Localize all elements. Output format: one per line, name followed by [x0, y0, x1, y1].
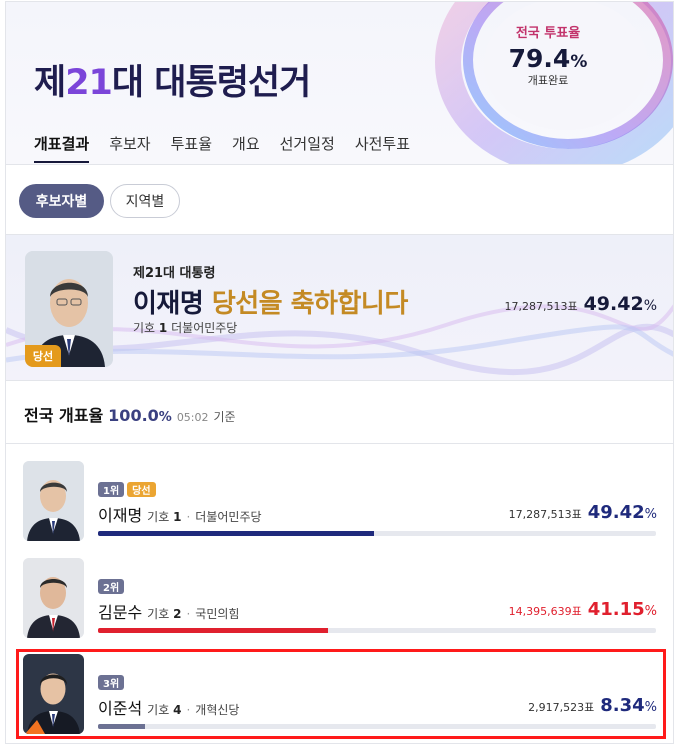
title-number: 21 — [65, 63, 113, 103]
page-title: 제21대 대통령선거 — [34, 54, 311, 105]
pct-unit: % — [644, 604, 657, 619]
candidate-result: 17,287,513표 49.42% — [509, 502, 657, 523]
portrait-image — [23, 461, 84, 541]
symbol-number: 1 — [158, 321, 168, 335]
candidate-percentage: 41.15% — [588, 599, 657, 620]
count-heading: 전국 개표율 — [24, 406, 104, 425]
tab-results[interactable]: 개표결과 — [34, 133, 90, 163]
vote-share-bar-fill — [98, 628, 328, 633]
winner-pct-unit: % — [643, 298, 657, 314]
title-prefix: 제 — [34, 63, 66, 103]
divider — [6, 443, 673, 444]
tab-candidates[interactable]: 후보자 — [109, 133, 150, 163]
candidate-result: 14,395,639표 41.15% — [509, 599, 657, 620]
candidate-photo — [23, 558, 84, 638]
candidate-info: 김문수 기호 2 · 국민의힘 — [98, 599, 239, 623]
candidate-photo — [23, 461, 84, 541]
candidate-row[interactable]: 2위 김문수 기호 2 · 국민의힘 14,395,639표 41.15% — [6, 558, 673, 654]
pct-number: 41.15 — [587, 599, 645, 620]
count-value: 100.0% — [108, 406, 172, 425]
vote-share-bar-fill — [98, 531, 374, 536]
symbol-label: 기호 — [133, 321, 156, 335]
tab-turnout[interactable]: 투표율 — [171, 133, 212, 163]
turnout-unit: % — [570, 52, 588, 72]
tab-overview[interactable]: 개요 — [232, 133, 260, 163]
portrait-image — [23, 558, 84, 638]
winner-subtitle: 제21대 대통령 — [133, 266, 216, 281]
national-turnout: 전국 투표율 79.4% 개표완료 — [498, 22, 598, 88]
winner-vote-summary: 17,287,513표 49.42% — [504, 293, 657, 315]
party-name: 더불어민주당 — [171, 321, 238, 335]
pct-unit: % — [644, 507, 657, 522]
selection-highlight — [16, 649, 666, 739]
count-basis: 기준 — [213, 410, 236, 424]
pct-number: 49.42 — [587, 502, 645, 523]
elected-badge: 당선 — [25, 345, 61, 367]
symbol-label: 기호 — [147, 510, 170, 524]
separator: · — [186, 510, 191, 524]
national-count-rate: 전국 개표율 100.0% 05:02 기준 — [24, 402, 236, 426]
elected-badge: 당선 — [127, 482, 156, 497]
winner-votes: 17,287,513표 — [504, 300, 578, 313]
by-candidate-button[interactable]: 후보자별 — [19, 184, 104, 218]
candidate-row[interactable]: 1위 당선 이재명 기호 1 · 더불어민주당 17,287,513표 49.4… — [6, 461, 673, 557]
winner-party-info: 기호 1 더불어민주당 — [133, 319, 237, 336]
tab-bar: 개표결과 후보자 투표율 개요 선거일정 사전투표 — [34, 133, 430, 163]
rank-badge: 1위 — [98, 482, 125, 497]
tab-early-voting[interactable]: 사전투표 — [355, 133, 410, 163]
rank-badge: 2위 — [98, 579, 125, 594]
turnout-value: 79.4% — [498, 44, 598, 73]
candidate-votes: 14,395,639표 — [508, 605, 582, 618]
winner-percentage: 49.42% — [584, 293, 657, 315]
vote-share-bar — [98, 628, 656, 633]
candidate-name: 김문수 — [98, 603, 143, 622]
separator: · — [186, 607, 191, 621]
tab-schedule[interactable]: 선거일정 — [280, 133, 335, 163]
candidate-party: 더불어민주당 — [195, 510, 262, 524]
symbol-number: 1 — [173, 510, 182, 524]
election-results-panel: 제21대 대통령선거 전국 투표율 79.4% 개표완료 개표결과 후보자 투표… — [5, 1, 674, 744]
vote-share-bar — [98, 531, 656, 536]
divider — [6, 164, 673, 165]
winner-photo: 당선 — [25, 251, 113, 367]
winner-name: 이재명 — [133, 289, 204, 319]
candidate-party: 국민의힘 — [195, 607, 240, 621]
candidate-name: 이재명 — [98, 506, 143, 525]
symbol-number: 2 — [173, 607, 182, 621]
candidate-info: 이재명 기호 1 · 더불어민주당 — [98, 502, 262, 526]
symbol-label: 기호 — [147, 607, 170, 621]
candidate-votes: 17,287,513표 — [508, 508, 582, 521]
by-region-button[interactable]: 지역별 — [110, 184, 180, 218]
turnout-label: 전국 투표율 — [515, 26, 581, 41]
count-number: 100.0 — [108, 406, 159, 425]
turnout-number: 79.4 — [508, 44, 571, 73]
winner-pct-number: 49.42 — [583, 293, 644, 315]
winner-banner: 당선 제21대 대통령 이재명 당선을 축하합니다 기호 1 더불어민주당 17… — [6, 234, 673, 381]
title-suffix: 대 대통령선거 — [111, 63, 311, 103]
congrats-text: 당선을 축하합니다 — [211, 289, 408, 319]
badges: 1위 당선 — [98, 482, 156, 497]
header: 제21대 대통령선거 전국 투표율 79.4% 개표완료 개표결과 후보자 투표… — [6, 2, 673, 165]
winner-headline: 이재명 당선을 축하합니다 — [133, 283, 408, 320]
badges: 2위 — [98, 579, 125, 594]
candidate-symbol: 기호 2 — [147, 605, 181, 622]
count-unit: % — [158, 410, 172, 425]
candidate-percentage: 49.42% — [588, 502, 657, 523]
candidate-symbol: 기호 1 — [147, 508, 181, 525]
turnout-status: 개표완료 — [527, 74, 569, 87]
count-time: 05:02 — [176, 411, 209, 424]
